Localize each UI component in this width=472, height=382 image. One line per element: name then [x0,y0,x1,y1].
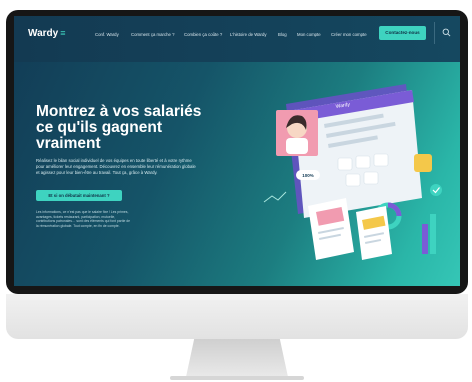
logo-mark-icon: ≡ [60,28,66,38]
nav-link-how[interactable]: Comment ça marche ? [131,32,174,37]
percent-badge: 100% [296,170,320,180]
link-icon [355,155,371,169]
check-icon [430,184,442,196]
hero-footnote: Les informations, ce n'est pas que le sa… [36,210,131,228]
hero-title: Montrez à vos salariés ce qu'ils gagnent… [36,103,202,152]
chart-icon [345,173,361,187]
document-left [308,198,354,260]
logo[interactable]: Wardy ≡ [28,28,65,39]
svg-text:100%: 100% [302,173,314,178]
nav-link-history[interactable]: L'histoire de Wardy [230,32,266,37]
nav-link-signup[interactable]: Créer mon compte [331,32,367,37]
bar-shape [430,214,436,254]
monitor-chin [6,294,468,339]
start-button[interactable]: Et si on débutait maintenant ? [36,190,122,201]
avatar-body [286,138,308,154]
top-navbar: Wardy ≡ Conf. Wardy Comment ça marche ? C… [14,16,460,62]
monitor-stand [186,339,288,377]
stand-shadow [170,376,304,380]
donut-chart-segment [387,202,402,217]
dashboard-illustration: Wardy 100% [263,84,442,260]
search-icon[interactable] [442,28,451,37]
nav-link-conf[interactable]: Conf. Wardy [95,32,119,37]
coin-icon [363,171,379,185]
document-right [356,206,392,260]
sparkline [263,191,287,203]
nav-link-account[interactable]: Mon compte [297,32,321,37]
bar-shape [422,224,428,254]
yellow-tile [414,154,432,172]
nav-link-price[interactable]: Combien ça coûte ? [184,32,222,37]
nav-divider [434,22,435,44]
screen: Wardy ≡ Conf. Wardy Comment ça marche ? C… [14,16,460,286]
gear-icon [337,157,353,171]
contact-button[interactable]: Contactez-nous [379,26,426,40]
nav-link-blog[interactable]: Blog [278,32,287,37]
close-icon [373,153,389,167]
hero-description: Réalisez le bilan social individuel de v… [36,158,196,175]
